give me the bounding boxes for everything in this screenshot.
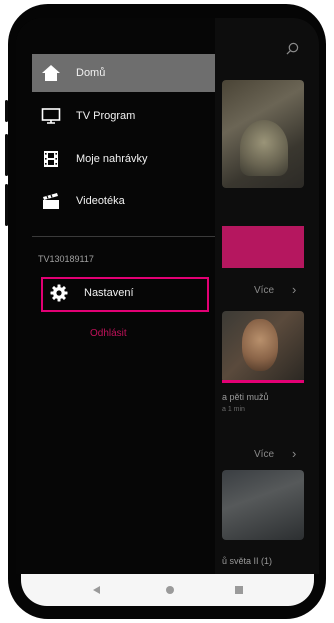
recent-apps-icon[interactable] [235,586,243,594]
divider [32,236,215,237]
menu-item-label: Moje nahrávky [76,153,148,165]
menu-item-label: TV Program [76,110,136,122]
device-id: TV130189117 [38,254,94,264]
side-button [5,184,8,226]
menu-item-label: Domů [76,67,106,79]
clapperboard-icon [40,191,62,211]
more-link[interactable]: Více [254,285,274,296]
menu-item-home[interactable]: Domů [32,54,215,92]
menu-item-video-library[interactable]: Videotéka [32,182,215,220]
home-icon [40,63,62,83]
content-thumbnail[interactable] [222,311,304,383]
settings-highlight [41,277,209,312]
menu-item-label: Videotéka [76,195,125,207]
navigation-bar [21,574,314,606]
navigation-drawer: Domů TV Program Moje nahrávky Videotéka … [16,18,215,574]
content-thumbnail[interactable] [222,80,304,188]
side-button [5,134,8,176]
chevron-right-icon: › [292,282,297,297]
search-icon[interactable] [286,42,299,55]
logout-link[interactable]: Odhlásit [90,328,127,339]
film-icon [40,149,62,169]
menu-item-tv-program[interactable]: TV Program [32,97,215,135]
chevron-right-icon: › [292,446,297,461]
tv-icon [40,106,62,126]
featured-banner[interactable] [222,226,304,268]
side-button [5,100,8,122]
menu-item-recordings[interactable]: Moje nahrávky [32,140,215,178]
more-link[interactable]: Více [254,449,274,460]
back-icon[interactable] [93,586,100,594]
screen: Více › a pěti mužů a 1 min Více › ů svět… [16,18,319,574]
content-title: ů světa II (1) [222,556,273,566]
content-title: a pěti mužů [222,392,269,402]
content-meta: a 1 min [222,406,245,413]
content-thumbnail[interactable] [222,470,304,540]
home-button-icon[interactable] [166,586,174,594]
